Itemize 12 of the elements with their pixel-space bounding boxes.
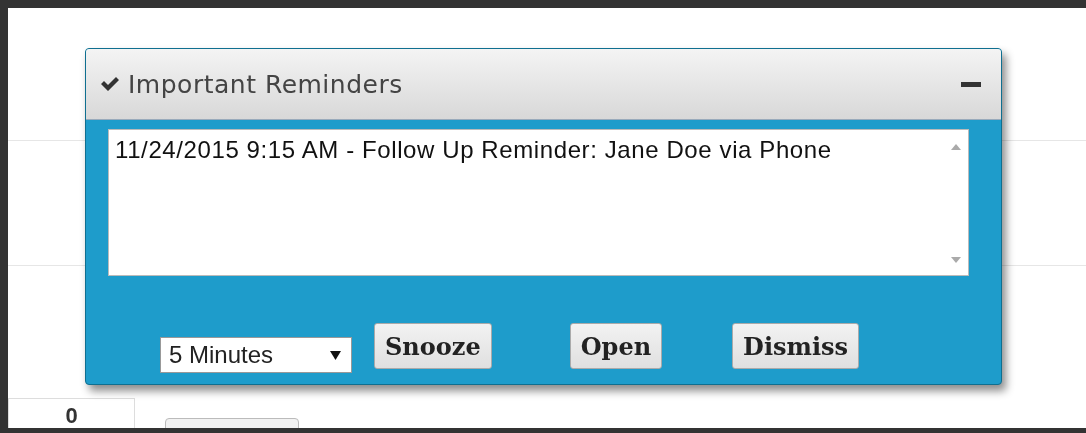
reminder-item[interactable]: 11/24/2015 9:15 AM - Follow Up Reminder: Jane Doe via Phone xyxy=(115,136,938,164)
dialog-button[interactable]: Open xyxy=(569,323,663,369)
scroll-up-icon[interactable] xyxy=(951,144,961,150)
scroll-down-icon[interactable] xyxy=(951,257,961,263)
check-icon xyxy=(100,76,120,92)
dropdown-arrow-icon xyxy=(330,350,341,360)
table-cell: 0 xyxy=(8,398,135,428)
dialog-button[interactable]: Snooze xyxy=(374,323,492,369)
dialog-title: Important Reminders xyxy=(128,69,403,99)
snooze-select[interactable]: 5 Minutes xyxy=(160,337,352,373)
reminder-list[interactable]: 11/24/2015 9:15 AM - Follow Up Reminder: Jane Doe via Phone xyxy=(108,129,969,276)
dialog-button[interactable]: Dismiss xyxy=(732,323,860,369)
